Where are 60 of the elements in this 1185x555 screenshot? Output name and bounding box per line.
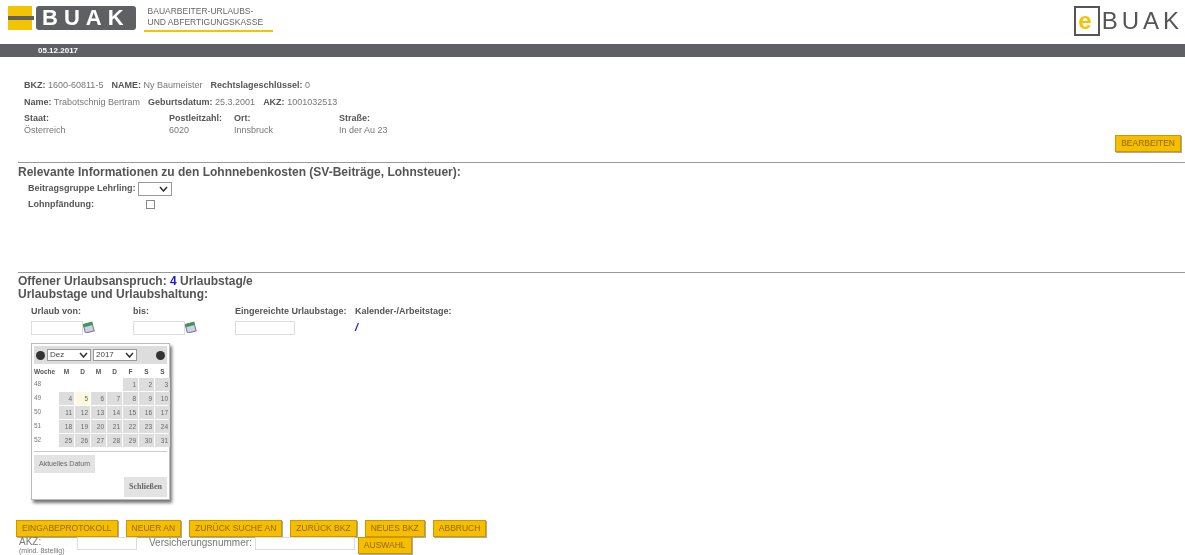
action-button[interactable]: EINGABEPROTOKOLL xyxy=(16,520,118,537)
month-select[interactable]: Dez xyxy=(47,349,91,361)
edit-button[interactable]: BEARBEITEN xyxy=(1115,135,1181,152)
next-month-button[interactable] xyxy=(156,350,165,360)
ebuak-logo-letter: e xyxy=(1074,6,1100,36)
field-label: Kalender-/Arbeitstage: xyxy=(355,304,453,318)
section-heading: Relevante Informationen zu den Lohnnebenkosten (SV-Beiträge, Lohnsteuer): xyxy=(18,166,462,179)
close-button[interactable]: Schließen xyxy=(124,477,167,498)
action-button[interactable]: ZURÜCK BKZ xyxy=(290,520,357,537)
year-text: 2017 xyxy=(96,350,114,360)
date-field[interactable] xyxy=(133,321,185,335)
date-text: 05.12.2017 xyxy=(38,46,79,55)
organization-name: UND ABFERTIGUNGSKASSE xyxy=(147,17,264,28)
address-label: Ort: xyxy=(234,112,252,124)
calendar-icon[interactable] xyxy=(185,321,197,333)
address-label: Postleitzahl: xyxy=(169,112,223,124)
action-button[interactable]: ZURÜCK SUCHE AN xyxy=(189,520,283,537)
address-label: Straße: xyxy=(339,112,371,124)
field-label: Eingereichte Urlaubstage: xyxy=(235,304,348,318)
field-label: Beitragsgruppe Lehrling: xyxy=(28,182,136,196)
info-field: AKZ: 1001032513 xyxy=(263,94,338,111)
action-button[interactable]: ABBRUCH xyxy=(432,520,487,537)
address-value: In der Au 23 xyxy=(339,124,389,136)
insurance-number-field[interactable] xyxy=(254,537,355,550)
info-field: Rechtslageschlüssel: 0 xyxy=(210,77,310,94)
info-field: Name: Trabotschnig Bertram xyxy=(24,94,141,111)
field-label: Urlaub von: xyxy=(31,304,82,318)
info-field: Geburtsdatum: 25.3.2001 xyxy=(148,94,256,111)
calendar-icon[interactable] xyxy=(83,321,95,333)
address-value: 6020 xyxy=(169,124,191,136)
action-button[interactable]: NEUES BKZ xyxy=(364,520,425,537)
chevron-icon xyxy=(158,186,168,192)
logo-text: BUAK xyxy=(36,6,136,30)
select-button[interactable]: AUSWAHL xyxy=(357,537,412,554)
month-text: Dez xyxy=(50,350,65,360)
info-field: NAME: Ny Baumeister xyxy=(111,77,203,94)
field-label: Versicherungsnummer: xyxy=(149,537,252,548)
chevron-icon xyxy=(125,352,134,358)
field-label: bis: xyxy=(133,304,150,318)
akz-field[interactable] xyxy=(77,537,137,550)
address-value: Innsbruck xyxy=(234,124,275,136)
logo-bars-icon xyxy=(8,6,34,30)
checkbox[interactable] xyxy=(145,200,155,210)
ebuak-logo-text: BUAK xyxy=(1101,8,1183,34)
section-heading: Urlaubstage und Urlaubshaltung: xyxy=(18,287,208,301)
info-field: BKZ: 1600-60811-5 xyxy=(24,77,104,94)
field-label: AKZ: xyxy=(19,537,43,547)
section-heading: Offener Urlaubsanspruch: 4 Urlaubstag/e xyxy=(18,274,254,288)
chevron-icon xyxy=(79,352,88,358)
select-field[interactable] xyxy=(137,182,172,196)
field-label: Lohnpfändung: xyxy=(28,198,95,211)
input-field[interactable] xyxy=(235,321,295,335)
calendar-days-value: / xyxy=(355,321,359,333)
address-label: Staat: xyxy=(24,112,50,124)
date-field[interactable] xyxy=(31,321,83,335)
organization-name: BAUARBEITER-URLAUBS- xyxy=(147,6,255,17)
previous-month-button[interactable] xyxy=(36,350,45,360)
year-select[interactable]: 2017 xyxy=(93,349,137,361)
action-button[interactable]: NEUER AN xyxy=(125,520,182,537)
address-value: Österreich xyxy=(24,124,67,136)
